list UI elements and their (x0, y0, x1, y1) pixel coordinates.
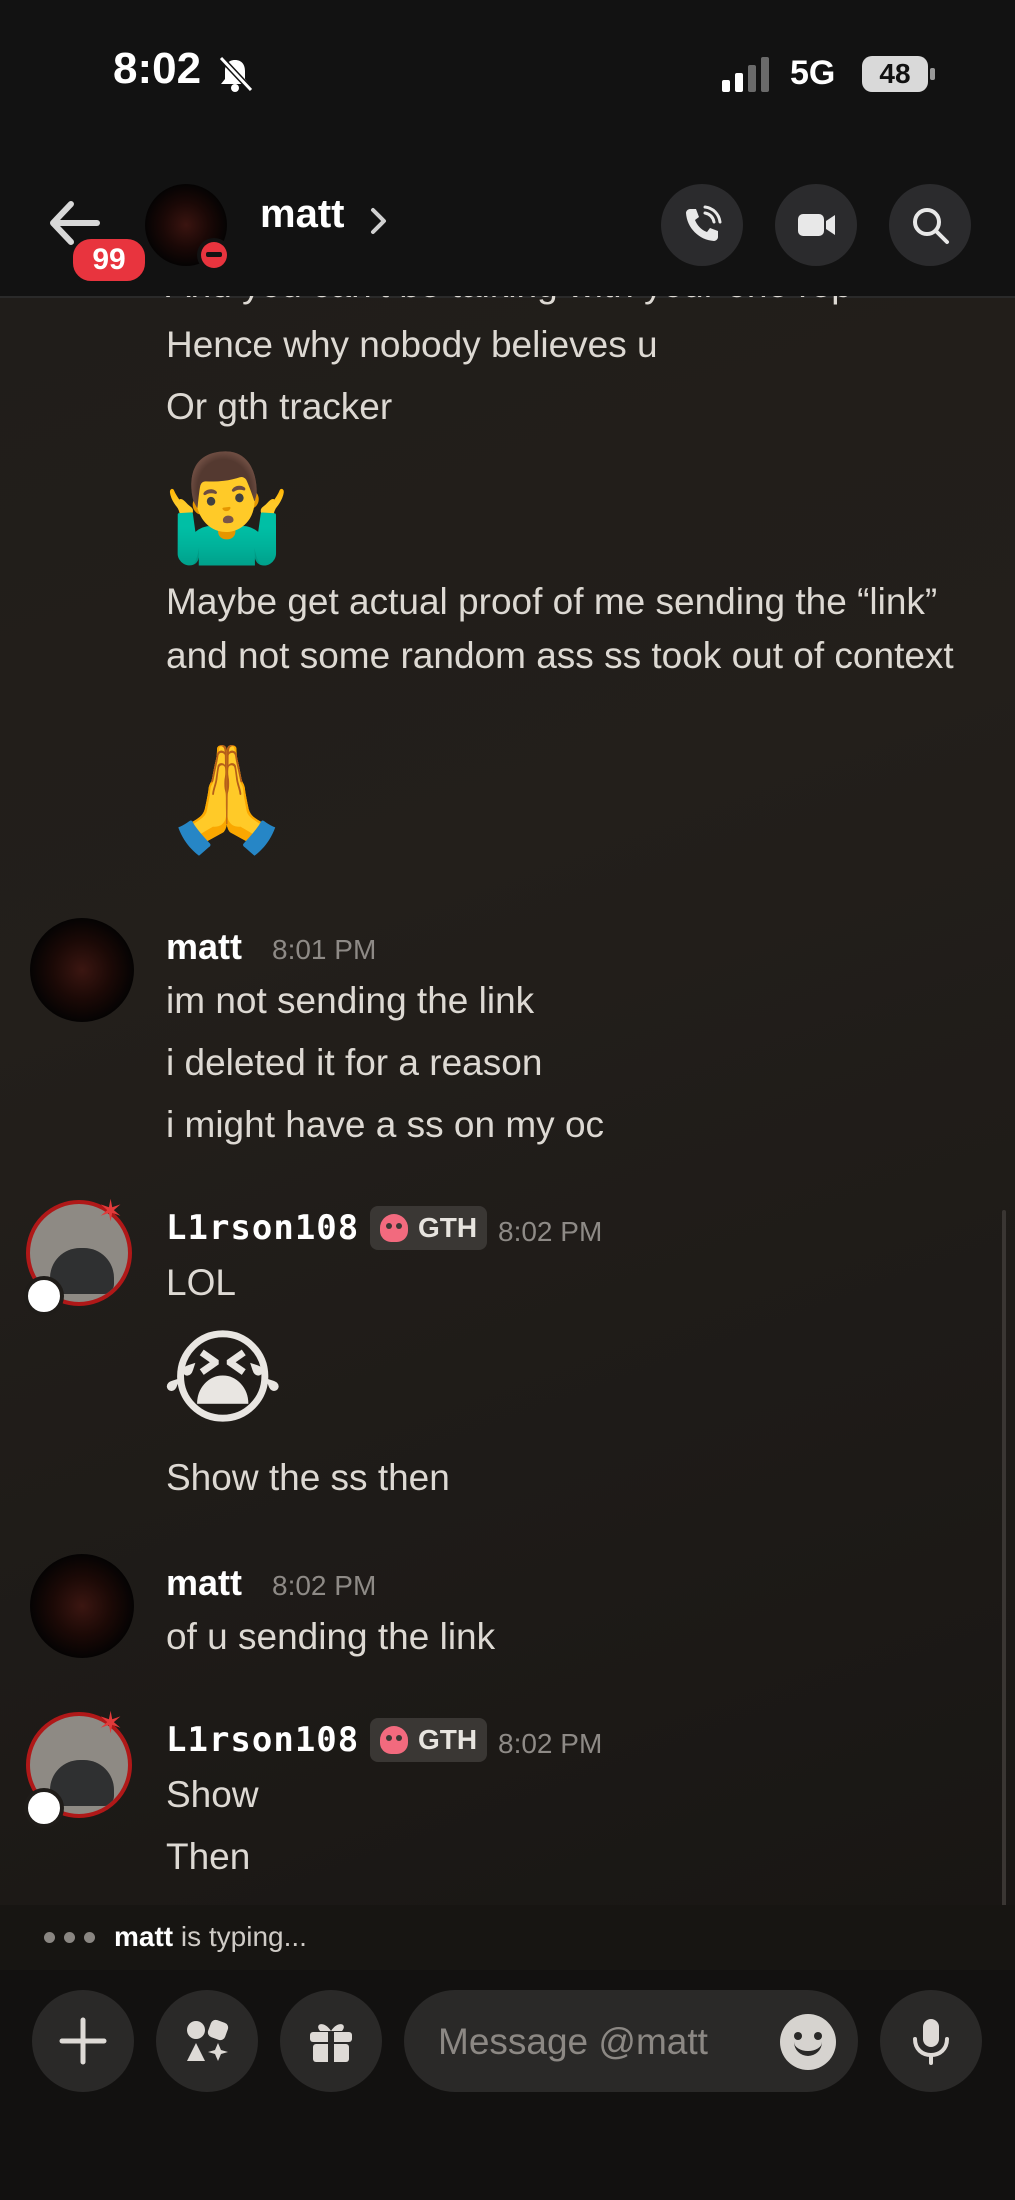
guild-tag[interactable]: GTH (370, 1206, 488, 1250)
video-call-icon (798, 214, 835, 236)
message-text: i might have a ss on my oc (166, 1104, 605, 1145)
skull-icon (380, 1726, 408, 1754)
message-timestamp: 8:02 PM (498, 1728, 603, 1759)
anger-icon: ✶ (98, 1706, 124, 1741)
microphone-icon (913, 2019, 949, 2065)
message-timestamp: 8:02 PM (272, 1570, 377, 1601)
chevron-right-icon[interactable] (368, 206, 390, 236)
voice-call-icon (686, 205, 722, 241)
shrug-emoji: 🤷‍♂️ (162, 447, 292, 569)
guild-tag-label: GTH (418, 1212, 478, 1243)
voice-message-button[interactable] (880, 1990, 982, 2092)
message-text: im not sending the link (166, 980, 535, 1021)
attach-button[interactable] (32, 1990, 134, 2092)
avatar[interactable] (30, 1554, 134, 1658)
message-author[interactable]: matt (166, 1562, 242, 1604)
apps-icon (187, 2019, 229, 2061)
video-call-button[interactable] (775, 184, 857, 266)
chat-header: 99 matt (0, 150, 1015, 298)
idle-status-icon (24, 1276, 64, 1316)
scrollbar[interactable] (1002, 1210, 1006, 1910)
message-composer (0, 1970, 1015, 2200)
message-text: LOL (166, 1262, 236, 1303)
battery-icon: 48 (862, 56, 936, 94)
message-text: Then (166, 1836, 251, 1877)
avatar[interactable]: ✶ (24, 1194, 136, 1316)
search-button[interactable] (889, 184, 971, 266)
avatar[interactable] (30, 918, 134, 1022)
typing-text: matt is typing... (114, 1921, 307, 1952)
crying-emoji: 😭 (162, 1317, 284, 1439)
battery-level: 48 (862, 56, 928, 92)
message-text: i deleted it for a reason (166, 1042, 543, 1083)
message-text: Maybe get actual proof of me sending the… (166, 581, 954, 676)
message-author[interactable]: L1rson108 (166, 1208, 359, 1248)
guild-tag-label: GTH (418, 1724, 478, 1755)
status-time: 8:02 (113, 44, 202, 93)
message-text: Show the ss then (166, 1457, 450, 1498)
message-text: Hence why nobody believes u (166, 324, 658, 365)
contact-name[interactable]: matt (260, 192, 344, 237)
gift-button[interactable] (280, 1990, 382, 2092)
message-input[interactable] (436, 2014, 760, 2070)
voice-call-button[interactable] (661, 184, 743, 266)
idle-status-icon (24, 1788, 64, 1828)
network-type: 5G (790, 54, 836, 92)
typing-dots-icon (44, 1932, 100, 1944)
bell-off-icon (218, 55, 254, 93)
message-text: Show (166, 1774, 259, 1815)
search-icon (913, 208, 949, 244)
message-timestamp: 8:02 PM (498, 1216, 603, 1247)
message-author[interactable]: L1rson108 (166, 1720, 359, 1760)
plus-icon (59, 2017, 107, 2065)
message-author[interactable]: matt (166, 926, 242, 968)
signal-icon (722, 57, 769, 92)
skull-icon (380, 1214, 408, 1242)
unread-badge: 99 (70, 236, 148, 284)
gift-icon (310, 2024, 352, 2062)
message-input-container[interactable] (404, 1990, 858, 2092)
apps-button[interactable] (156, 1990, 258, 2092)
message-timestamp: 8:01 PM (272, 934, 377, 965)
guild-tag[interactable]: GTH (370, 1718, 488, 1762)
status-bar: 8:02 5G 48 (0, 0, 1015, 150)
avatar[interactable]: ✶ (24, 1706, 136, 1828)
message-text: Or gth tracker (166, 386, 393, 427)
anger-icon: ✶ (98, 1194, 124, 1229)
message-text: of u sending the link (166, 1616, 496, 1657)
emoji-icon[interactable] (780, 2014, 836, 2070)
pray-emoji: 🙏 (162, 737, 292, 859)
typing-indicator: matt is typing... (0, 1905, 1015, 1970)
